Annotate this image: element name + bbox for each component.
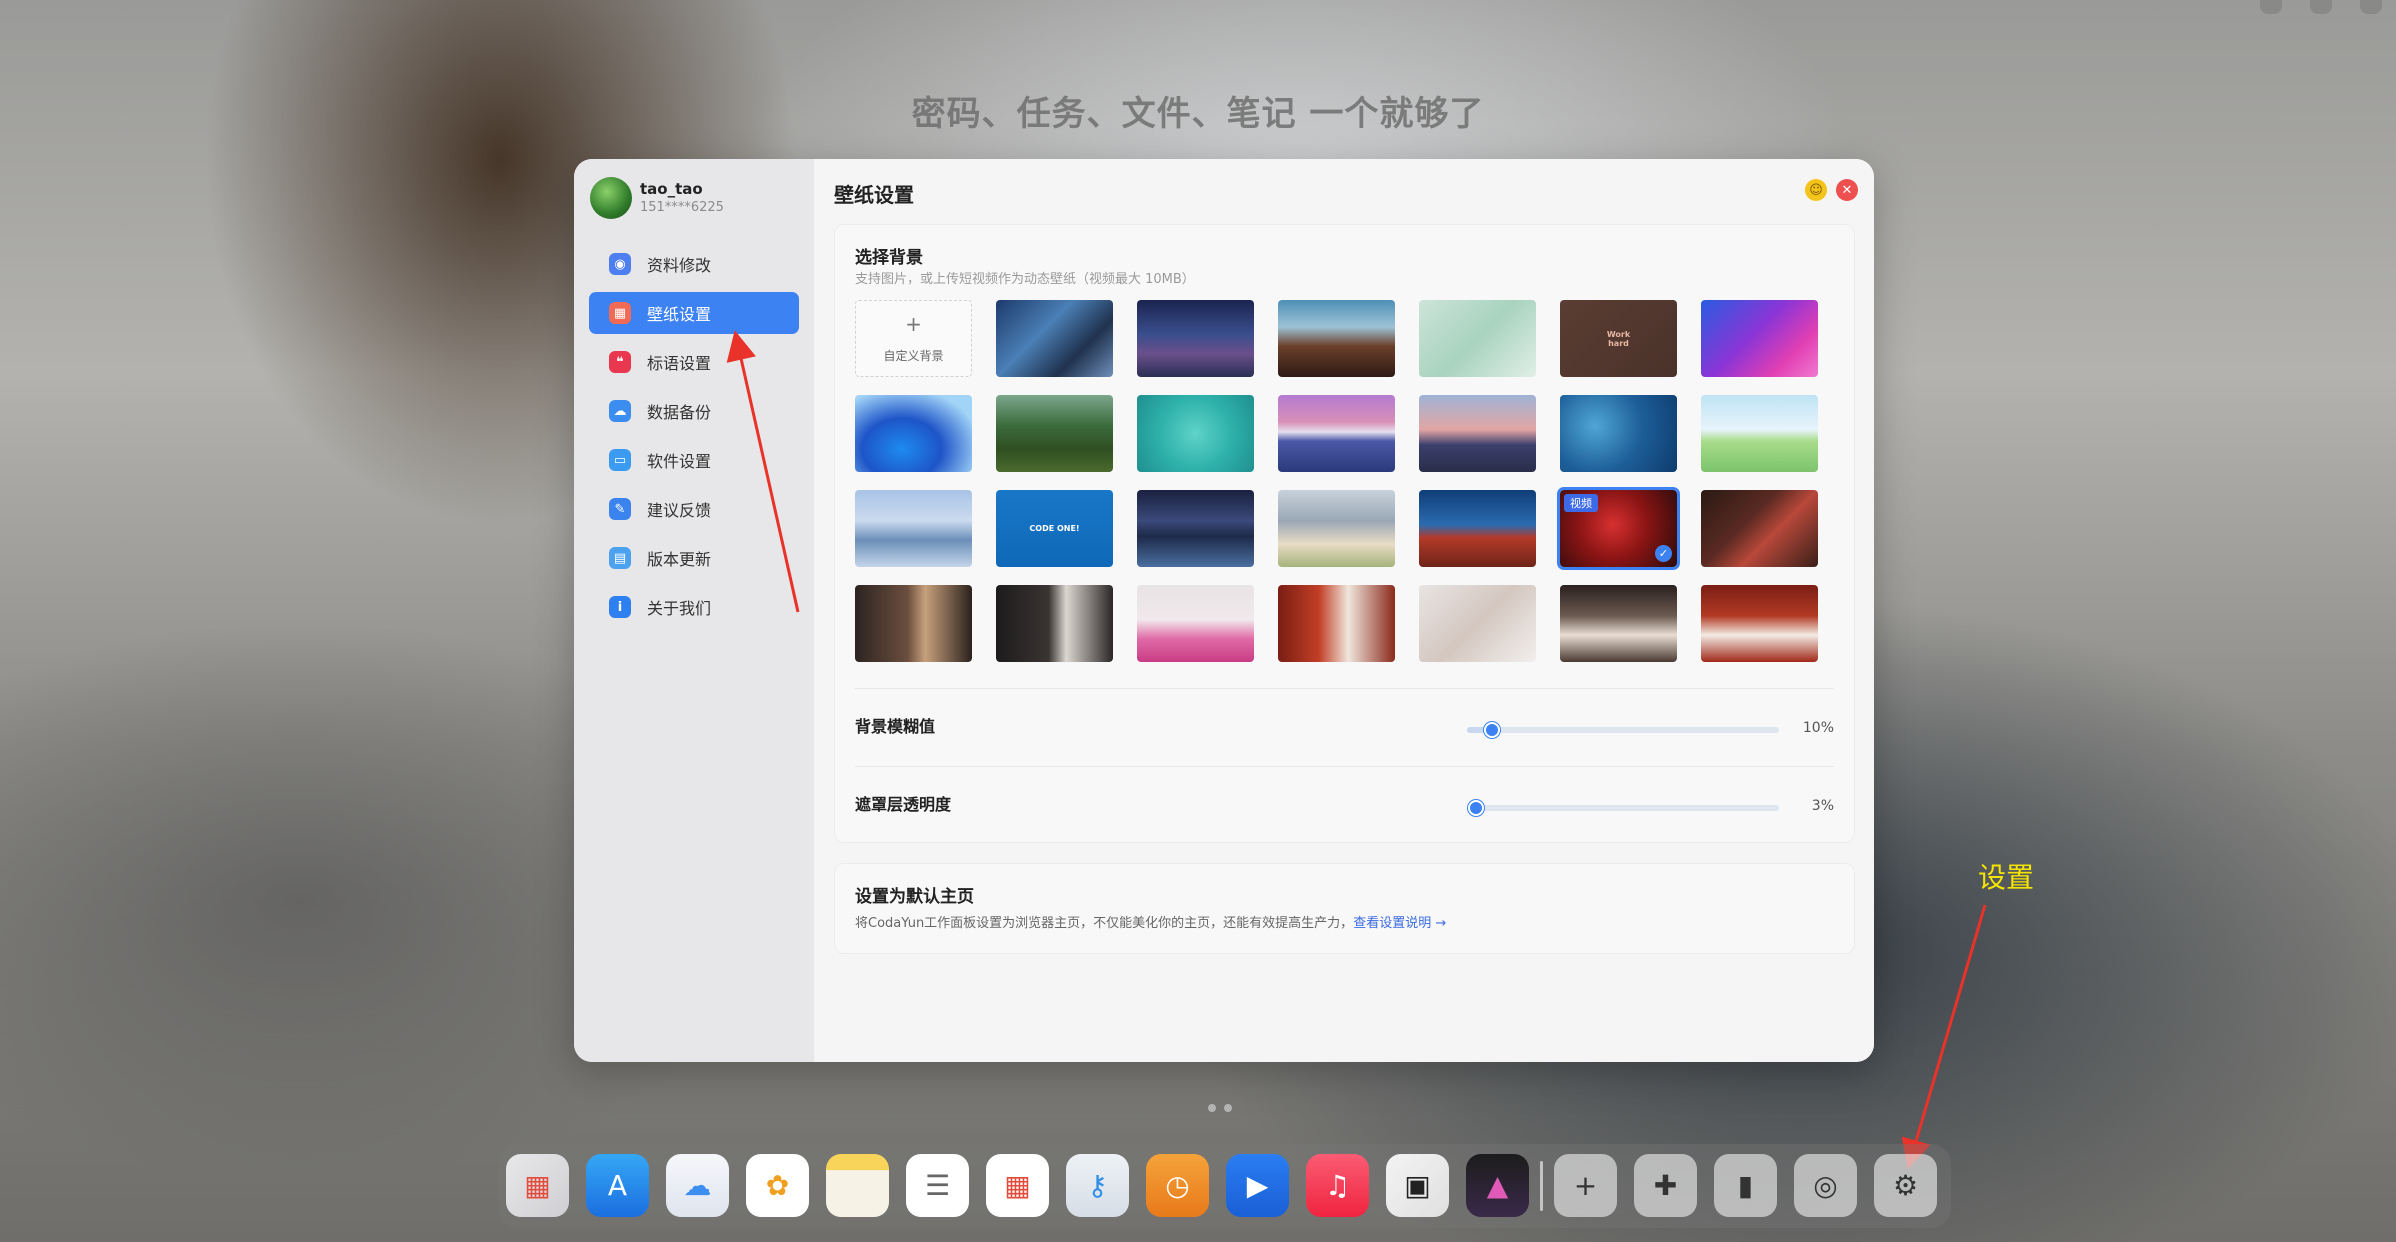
notes-icon[interactable] xyxy=(826,1154,889,1217)
annotation-arrow-settings xyxy=(1901,904,1987,1170)
annotation-arrow-sidebar xyxy=(726,330,800,613)
page-dot[interactable] xyxy=(1208,1104,1216,1112)
dock: ▦ A ☁ ✿ ☰ ▦ ⚷ ◷ ▶ ♫ ▣ ▲ + ✚ ▮ ◎ ⚙ xyxy=(498,1144,1951,1228)
lock-icon[interactable]: ◎ xyxy=(1794,1154,1857,1217)
launchpad-icon[interactable]: ▦ xyxy=(506,1154,569,1217)
page-indicator xyxy=(1208,1104,1232,1112)
calendar-icon[interactable]: ▦ xyxy=(986,1154,1049,1217)
photos-icon[interactable]: ✿ xyxy=(746,1154,809,1217)
video-player-icon[interactable]: ▶ xyxy=(1226,1154,1289,1217)
clock-icon[interactable]: ◷ xyxy=(1146,1154,1209,1217)
page-dot[interactable] xyxy=(1224,1104,1232,1112)
passwords-icon[interactable]: ⚷ xyxy=(1066,1154,1129,1217)
settings-icon[interactable]: ⚙ xyxy=(1874,1154,1937,1217)
add-icon[interactable]: + xyxy=(1554,1154,1617,1217)
dock-separator xyxy=(1540,1160,1543,1211)
theme-brush-icon[interactable]: ▮ xyxy=(1714,1154,1777,1217)
app-store-icon[interactable]: A xyxy=(586,1154,649,1217)
plugins-icon[interactable]: ✚ xyxy=(1634,1154,1697,1217)
music-icon[interactable]: ♫ xyxy=(1306,1154,1369,1217)
icloud-icon[interactable]: ☁ xyxy=(666,1154,729,1217)
reminders-icon[interactable]: ☰ xyxy=(906,1154,969,1217)
annotation-arrows xyxy=(726,330,1987,1170)
gallery-icon[interactable]: ▲ xyxy=(1466,1154,1529,1217)
qr-code-icon[interactable]: ▣ xyxy=(1386,1154,1449,1217)
annotation-label: 设置 xyxy=(1978,861,2035,894)
